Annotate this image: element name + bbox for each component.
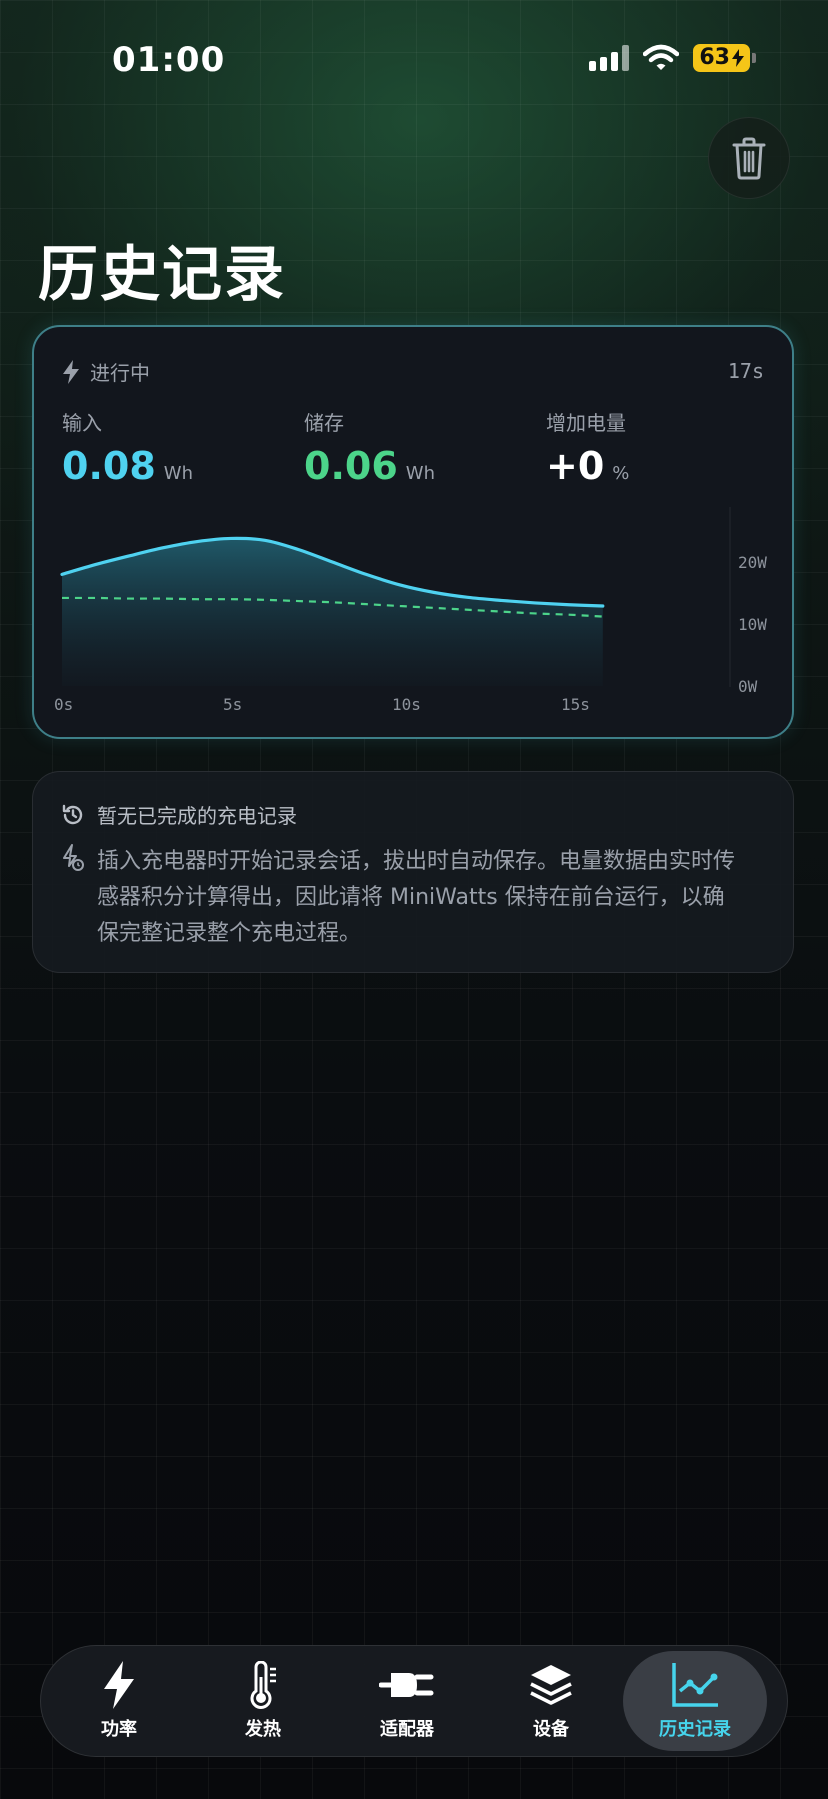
tab-label: 设备 (533, 1719, 569, 1740)
status-time: 01:00 (112, 40, 226, 80)
x-tick-label: 15s (561, 695, 590, 714)
power-chart: 0s 5s 10s 15s 20W 10W 0W (54, 507, 767, 714)
y-tick-label: 10W (738, 615, 767, 634)
plug-icon (379, 1673, 434, 1697)
y-tick-label: 20W (738, 553, 767, 572)
thermometer-icon (250, 1661, 276, 1709)
status-icons: 63 (589, 44, 756, 72)
tab-label: 发热 (245, 1719, 281, 1740)
layers-icon (530, 1665, 572, 1705)
bolt-timer-icon (63, 844, 84, 871)
chart-line-icon (672, 1663, 718, 1707)
tab-device[interactable]: 设备 (479, 1651, 623, 1751)
tab-label: 功率 (101, 1719, 137, 1740)
page-title: 历史记录 (38, 240, 286, 310)
empty-history-info: 插入充电器时开始记录会话，拔出时自动保存。电量数据由实时传感器积分计算得出，因此… (61, 844, 737, 952)
tab-label: 历史记录 (659, 1719, 731, 1740)
tab-thermal[interactable]: 发热 (191, 1651, 335, 1751)
charging-bolt-icon (732, 49, 744, 67)
empty-history-title: 暂无已完成的充电记录 (97, 804, 297, 828)
x-tick-label: 5s (223, 695, 242, 714)
wifi-icon (643, 44, 680, 70)
tab-label: 适配器 (380, 1719, 434, 1740)
live-session-card: 进行中 17s 输入 0.08 Wh 储存 0.06 Wh 增加电量 +0% 0s 5… (32, 325, 794, 739)
empty-history-card: 暂无已完成的充电记录 插入充电器时开始记录会话，拔出时自动保存。电量数据由实时传… (32, 771, 794, 973)
empty-history-description: 插入充电器时开始记录会话，拔出时自动保存。电量数据由实时传感器积分计算得出，因此… (97, 849, 736, 946)
tab-adapter[interactable]: 适配器 (335, 1651, 479, 1751)
history-clock-icon (62, 804, 83, 824)
x-tick-label: 10s (392, 695, 421, 714)
y-tick-label: 0W (738, 677, 758, 696)
empty-history-header: 暂无已完成的充电记录 (61, 800, 297, 829)
cellular-signal-icon (589, 45, 630, 71)
trash-icon (732, 137, 766, 180)
battery-level: 63 (699, 45, 730, 70)
bolt-icon (104, 1661, 134, 1709)
x-tick-label: 0s (54, 695, 73, 714)
tab-bar: 功率 发热 适配器 设备 历史记录 (40, 1645, 788, 1757)
tab-history[interactable]: 历史记录 (623, 1651, 767, 1751)
battery-indicator: 63 (693, 44, 756, 72)
tab-power[interactable]: 功率 (47, 1651, 191, 1751)
delete-history-button[interactable] (708, 117, 790, 199)
